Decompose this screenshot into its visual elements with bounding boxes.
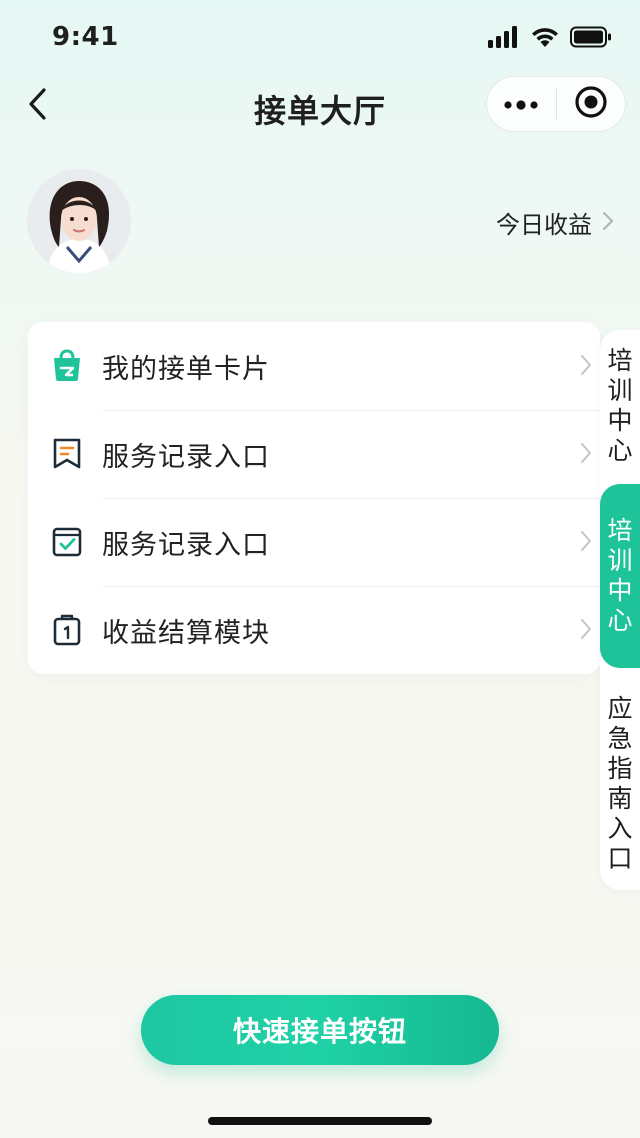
menu-item-label: 我的接单卡片 (102, 353, 270, 385)
wifi-icon (530, 26, 560, 52)
side-tab-emergency-guide[interactable]: 应急指南入口 (600, 694, 640, 874)
chevron-right-icon (580, 530, 592, 556)
chevron-right-icon (580, 442, 592, 468)
more-dots-icon (504, 95, 538, 114)
home-indicator (208, 1117, 432, 1125)
status-bar: 9:41 (0, 0, 640, 76)
today-earnings-link[interactable]: 今日收益 (496, 205, 614, 240)
menu-item-label: 收益结算模块 (102, 617, 270, 649)
chevron-right-icon (602, 211, 614, 235)
status-time: 9:41 (52, 22, 119, 52)
side-tab-label: 培训中心 (607, 516, 633, 635)
side-tab-training-active[interactable]: 培训中心 (600, 484, 640, 668)
menu-item-label: 服务记录入口 (102, 441, 270, 473)
side-tab-label: 应急指南入口 (607, 694, 633, 873)
signal-icon (488, 26, 520, 52)
clipboard-one-icon (50, 612, 84, 646)
side-tab-label: 培训中心 (607, 346, 633, 465)
quick-accept-button[interactable]: 快速接单按钮 (141, 995, 499, 1065)
close-mini-program-button[interactable] (557, 77, 626, 131)
menu-item-label: 服务记录入口 (102, 529, 270, 561)
chevron-right-icon (580, 618, 592, 644)
menu-item-earnings-settlement[interactable]: 收益结算模块 (28, 586, 600, 674)
nav-bar: 接单大厅 (0, 76, 640, 136)
bookmark-list-icon (50, 436, 84, 470)
side-tab-training[interactable]: 培训中心 (600, 346, 640, 466)
battery-icon (570, 26, 612, 52)
status-icons (488, 26, 612, 52)
side-tabs: 培训中心 培训中心 应急指南入口 (600, 330, 640, 890)
chevron-right-icon (580, 354, 592, 380)
shopping-bag-icon (50, 348, 84, 382)
record-target-icon (574, 85, 608, 123)
checked-calendar-icon (50, 524, 84, 558)
menu-item-service-records[interactable]: 服务记录入口 (28, 410, 600, 498)
avatar[interactable] (27, 169, 131, 273)
more-button[interactable] (487, 77, 556, 131)
menu-item-service-records-2[interactable]: 服务记录入口 (28, 498, 600, 586)
today-earnings-label: 今日收益 (496, 211, 592, 239)
menu-item-order-card[interactable]: 我的接单卡片 (28, 322, 600, 410)
mini-program-capsule (486, 76, 626, 132)
menu-card: 我的接单卡片 服务记录入口 服务记录入口 收益结算模块 (28, 322, 600, 674)
